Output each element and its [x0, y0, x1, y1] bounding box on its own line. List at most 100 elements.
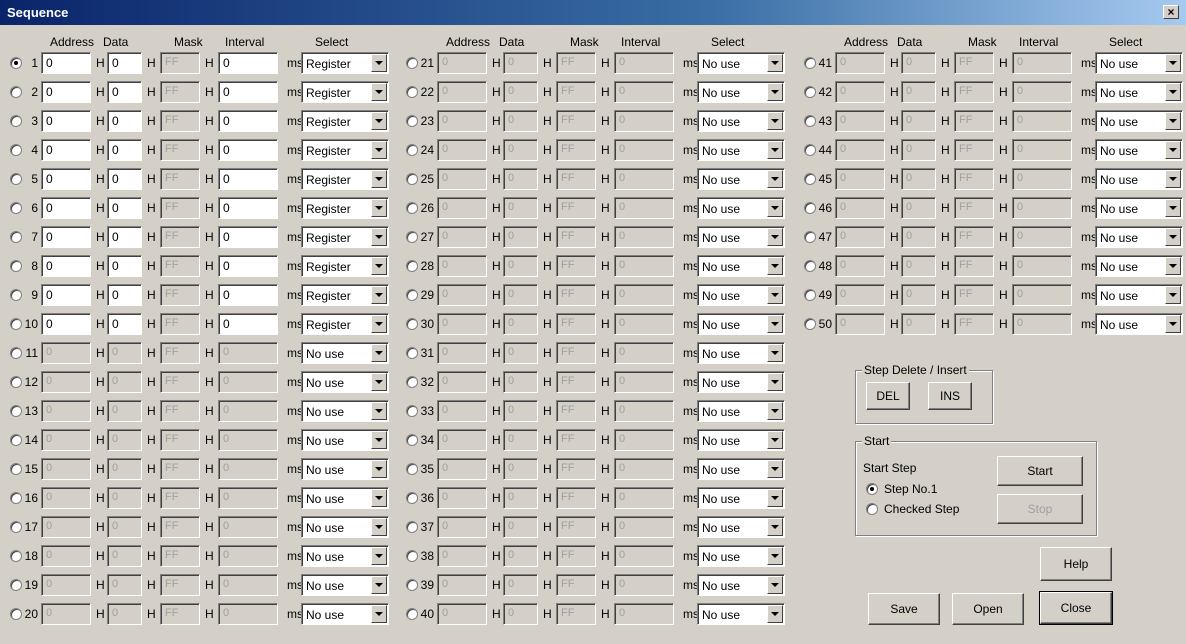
address-field[interactable]: 0: [41, 139, 91, 161]
address-field[interactable]: 0: [41, 313, 91, 335]
chevron-down-icon[interactable]: [767, 199, 783, 217]
interval-field[interactable]: 0: [218, 168, 278, 190]
select-dropdown[interactable]: Register: [301, 255, 389, 277]
chevron-down-icon[interactable]: [371, 199, 387, 217]
address-field[interactable]: 0: [41, 226, 91, 248]
select-dropdown[interactable]: No use: [697, 487, 785, 509]
help-button[interactable]: Help: [1040, 547, 1112, 581]
chevron-down-icon[interactable]: [767, 460, 783, 478]
chevron-down-icon[interactable]: [371, 83, 387, 101]
chevron-down-icon[interactable]: [767, 83, 783, 101]
select-dropdown[interactable]: No use: [301, 487, 389, 509]
select-dropdown[interactable]: No use: [1095, 81, 1183, 103]
interval-field[interactable]: 0: [218, 313, 278, 335]
select-dropdown[interactable]: No use: [301, 545, 389, 567]
select-dropdown[interactable]: No use: [697, 313, 785, 335]
checked-step-radio[interactable]: [866, 503, 878, 515]
interval-field[interactable]: 0: [218, 81, 278, 103]
interval-field[interactable]: 0: [218, 139, 278, 161]
chevron-down-icon[interactable]: [767, 431, 783, 449]
select-dropdown[interactable]: No use: [697, 458, 785, 480]
start-button[interactable]: Start: [997, 456, 1083, 486]
interval-field[interactable]: 0: [218, 226, 278, 248]
chevron-down-icon[interactable]: [371, 460, 387, 478]
chevron-down-icon[interactable]: [767, 547, 783, 565]
select-dropdown[interactable]: No use: [301, 371, 389, 393]
chevron-down-icon[interactable]: [371, 344, 387, 362]
select-dropdown[interactable]: No use: [697, 545, 785, 567]
data-field[interactable]: 0: [107, 197, 142, 219]
select-dropdown[interactable]: No use: [697, 400, 785, 422]
select-dropdown[interactable]: Register: [301, 197, 389, 219]
chevron-down-icon[interactable]: [1165, 54, 1181, 72]
chevron-down-icon[interactable]: [371, 373, 387, 391]
chevron-down-icon[interactable]: [1165, 170, 1181, 188]
select-dropdown[interactable]: No use: [697, 342, 785, 364]
chevron-down-icon[interactable]: [767, 489, 783, 507]
select-dropdown[interactable]: No use: [301, 574, 389, 596]
data-field[interactable]: 0: [107, 81, 142, 103]
select-dropdown[interactable]: Register: [301, 139, 389, 161]
checked-step-label[interactable]: Checked Step: [884, 502, 959, 516]
chevron-down-icon[interactable]: [371, 112, 387, 130]
chevron-down-icon[interactable]: [1165, 228, 1181, 246]
chevron-down-icon[interactable]: [371, 170, 387, 188]
select-dropdown[interactable]: Register: [301, 313, 389, 335]
chevron-down-icon[interactable]: [371, 402, 387, 420]
select-dropdown[interactable]: Register: [301, 52, 389, 74]
address-field[interactable]: 0: [41, 110, 91, 132]
data-field[interactable]: 0: [107, 52, 142, 74]
step-no1-label[interactable]: Step No.1: [884, 482, 937, 496]
select-dropdown[interactable]: No use: [1095, 110, 1183, 132]
address-field[interactable]: 0: [41, 284, 91, 306]
chevron-down-icon[interactable]: [371, 315, 387, 333]
close-button[interactable]: Close: [1039, 591, 1113, 625]
data-field[interactable]: 0: [107, 284, 142, 306]
chevron-down-icon[interactable]: [1165, 315, 1181, 333]
select-dropdown[interactable]: No use: [697, 516, 785, 538]
chevron-down-icon[interactable]: [371, 228, 387, 246]
title-bar[interactable]: Sequence ×: [0, 0, 1186, 25]
select-dropdown[interactable]: No use: [697, 139, 785, 161]
chevron-down-icon[interactable]: [767, 576, 783, 594]
select-dropdown[interactable]: Register: [301, 284, 389, 306]
chevron-down-icon[interactable]: [371, 54, 387, 72]
chevron-down-icon[interactable]: [1165, 141, 1181, 159]
select-dropdown[interactable]: No use: [1095, 168, 1183, 190]
chevron-down-icon[interactable]: [767, 112, 783, 130]
open-button[interactable]: Open: [952, 593, 1024, 625]
address-field[interactable]: 0: [41, 255, 91, 277]
select-dropdown[interactable]: No use: [697, 81, 785, 103]
interval-field[interactable]: 0: [218, 110, 278, 132]
data-field[interactable]: 0: [107, 139, 142, 161]
chevron-down-icon[interactable]: [371, 286, 387, 304]
chevron-down-icon[interactable]: [767, 286, 783, 304]
data-field[interactable]: 0: [107, 226, 142, 248]
del-button[interactable]: DEL: [866, 382, 910, 410]
chevron-down-icon[interactable]: [767, 344, 783, 362]
select-dropdown[interactable]: No use: [1095, 284, 1183, 306]
chevron-down-icon[interactable]: [371, 605, 387, 623]
select-dropdown[interactable]: No use: [697, 168, 785, 190]
select-dropdown[interactable]: No use: [697, 52, 785, 74]
select-dropdown[interactable]: No use: [697, 197, 785, 219]
select-dropdown[interactable]: No use: [697, 603, 785, 625]
chevron-down-icon[interactable]: [767, 54, 783, 72]
select-dropdown[interactable]: No use: [301, 516, 389, 538]
select-dropdown[interactable]: No use: [1095, 197, 1183, 219]
chevron-down-icon[interactable]: [371, 547, 387, 565]
select-dropdown[interactable]: No use: [301, 458, 389, 480]
select-dropdown[interactable]: No use: [697, 255, 785, 277]
select-dropdown[interactable]: No use: [301, 603, 389, 625]
chevron-down-icon[interactable]: [767, 605, 783, 623]
chevron-down-icon[interactable]: [767, 170, 783, 188]
select-dropdown[interactable]: No use: [1095, 226, 1183, 248]
select-dropdown[interactable]: No use: [1095, 139, 1183, 161]
select-dropdown[interactable]: No use: [301, 342, 389, 364]
select-dropdown[interactable]: No use: [301, 429, 389, 451]
address-field[interactable]: 0: [41, 81, 91, 103]
interval-field[interactable]: 0: [218, 197, 278, 219]
chevron-down-icon[interactable]: [1165, 83, 1181, 101]
select-dropdown[interactable]: No use: [1095, 313, 1183, 335]
data-field[interactable]: 0: [107, 255, 142, 277]
